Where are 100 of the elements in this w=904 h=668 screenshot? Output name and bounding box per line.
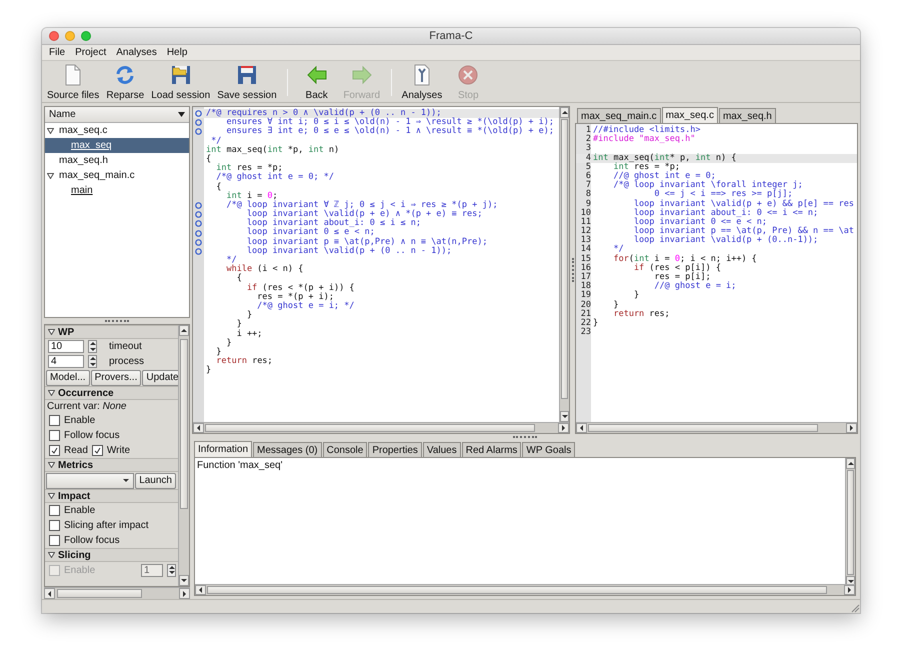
expander-icon[interactable] bbox=[47, 128, 54, 134]
horizontal-scrollbar[interactable] bbox=[193, 422, 569, 433]
panel-tab[interactable]: Information bbox=[194, 441, 252, 457]
spinner-button[interactable] bbox=[88, 355, 97, 368]
line-number: 12 bbox=[580, 227, 591, 236]
vertical-scrollbar[interactable] bbox=[845, 458, 855, 584]
code-line: loop invariant about_i: 0 ≤ i ≤ n; bbox=[246, 219, 421, 228]
dropdown[interactable] bbox=[46, 472, 134, 488]
expander-icon[interactable] bbox=[48, 390, 55, 396]
expander-icon[interactable] bbox=[47, 172, 54, 178]
section-header[interactable]: Metrics bbox=[45, 458, 178, 472]
code-line: loop invariant 0 <= e < n; bbox=[632, 218, 767, 227]
line-number: 2 bbox=[584, 135, 591, 144]
section-header[interactable]: Impact bbox=[45, 489, 178, 503]
splitter-handle[interactable] bbox=[105, 320, 129, 322]
code-line: int res = *p; bbox=[215, 164, 283, 174]
code-line: { bbox=[215, 182, 222, 192]
info-text: Function 'max_seq' bbox=[197, 460, 283, 471]
code-line: //@ ghost e = i; bbox=[653, 282, 736, 292]
toolbar-button[interactable]: Back bbox=[294, 64, 339, 101]
code-line: } bbox=[612, 300, 619, 310]
code-line: } bbox=[215, 348, 222, 357]
panel-tab[interactable]: Console bbox=[322, 442, 368, 457]
menu-item[interactable]: Project bbox=[71, 47, 110, 58]
toolbar-button[interactable]: Analyses bbox=[398, 64, 446, 101]
code-line: for(int i = 0; i < n; i++) { bbox=[612, 254, 757, 264]
line-number: 4 bbox=[584, 154, 591, 163]
panel-tab[interactable]: Red Alarms bbox=[462, 442, 522, 457]
file-tab[interactable]: max_seq.h bbox=[718, 108, 776, 123]
code-line: loop invariant 0 ≤ e < n; bbox=[246, 228, 375, 238]
spinner-button[interactable] bbox=[88, 340, 97, 353]
checkbox[interactable] bbox=[49, 505, 60, 516]
line-number: 23 bbox=[580, 328, 591, 338]
code-line: { bbox=[236, 274, 242, 284]
action-button[interactable]: Provers... bbox=[90, 370, 142, 386]
splitter-handle[interactable] bbox=[513, 436, 537, 438]
tree-item[interactable]: max_seq bbox=[45, 138, 189, 153]
code-line: } bbox=[632, 291, 640, 301]
tree-item[interactable]: max_seq_main.c bbox=[45, 168, 189, 183]
action-button[interactable]: Update bbox=[142, 370, 178, 386]
panel-tab[interactable]: WP Goals bbox=[522, 442, 576, 457]
resize-grip-icon[interactable] bbox=[850, 603, 860, 613]
panel-tab[interactable]: Values bbox=[422, 442, 461, 457]
line-number: 18 bbox=[580, 282, 591, 292]
tree-item[interactable]: max_seq.c bbox=[45, 123, 189, 138]
code-line: return res; bbox=[612, 310, 670, 319]
launch-button[interactable]: Launch bbox=[135, 472, 176, 488]
column-header[interactable]: Name bbox=[45, 107, 189, 123]
vertical-scrollbar[interactable] bbox=[178, 325, 189, 586]
checkbox[interactable] bbox=[49, 520, 60, 531]
close-button[interactable] bbox=[49, 31, 59, 41]
checkbox[interactable] bbox=[49, 445, 60, 456]
code-line: */ bbox=[612, 245, 624, 254]
tree-item[interactable]: max_seq.h bbox=[45, 153, 189, 168]
right-arrow-icon bbox=[350, 64, 373, 86]
panel-tab[interactable]: Messages (0) bbox=[253, 442, 322, 457]
number-field[interactable]: 4 bbox=[48, 355, 84, 368]
checkbox[interactable] bbox=[92, 445, 103, 456]
panel-tab[interactable]: Properties bbox=[368, 442, 422, 457]
stop-icon bbox=[457, 64, 480, 86]
number-field[interactable]: 10 bbox=[48, 340, 84, 353]
toolbar-button[interactable]: Save session bbox=[214, 64, 280, 101]
checkbox-label: Slicing after impact bbox=[64, 520, 148, 531]
expander-icon[interactable] bbox=[48, 329, 55, 335]
checkbox[interactable] bbox=[49, 430, 60, 441]
code-line: res = p[i]; bbox=[653, 273, 711, 282]
section-header[interactable]: Slicing bbox=[45, 548, 178, 562]
menu-item[interactable]: File bbox=[45, 47, 70, 58]
tree-item[interactable]: main bbox=[45, 183, 189, 198]
toolbar-button[interactable]: Source files bbox=[44, 64, 102, 101]
code-line: if (res < p[i]) { bbox=[632, 264, 721, 273]
code-line: } bbox=[592, 318, 598, 328]
horizontal-scrollbar[interactable] bbox=[44, 587, 190, 599]
section-header[interactable]: WP bbox=[45, 325, 178, 339]
line-number: 3 bbox=[584, 144, 591, 154]
expander-icon[interactable] bbox=[48, 462, 55, 468]
file-tab[interactable]: max_seq.c bbox=[662, 107, 718, 123]
code-line: //#include <limits.h> bbox=[592, 126, 700, 135]
code-line: loop invariant p == \at(p, Pre) && n == \at bbox=[632, 227, 854, 236]
code-line: ensures ∃ int e; 0 ≤ e ≤ \old(n) - 1 ∧ \result ≡ *(\old(p) + e); bbox=[225, 127, 554, 137]
menu-item[interactable]: Help bbox=[162, 47, 192, 58]
toolbar-button[interactable]: Reparse bbox=[103, 64, 148, 101]
action-button[interactable]: Model... bbox=[46, 370, 90, 386]
section-header[interactable]: Occurrence bbox=[45, 386, 178, 400]
menu-item[interactable]: Analyses bbox=[112, 47, 161, 58]
code-line: */ bbox=[211, 136, 222, 146]
vertical-scrollbar[interactable] bbox=[559, 107, 569, 422]
checkbox[interactable] bbox=[49, 535, 60, 546]
horizontal-scrollbar[interactable] bbox=[195, 584, 855, 595]
file-tab[interactable]: max_seq_main.c bbox=[577, 108, 661, 123]
horizontal-scrollbar[interactable] bbox=[576, 422, 857, 433]
expander-icon[interactable] bbox=[48, 493, 55, 499]
checkbox-label: Enable bbox=[64, 415, 96, 426]
code-line: } bbox=[225, 338, 232, 348]
expander-icon[interactable] bbox=[48, 552, 55, 558]
left-arrow-icon bbox=[306, 64, 328, 86]
checkbox[interactable] bbox=[49, 415, 60, 426]
toolbar-button[interactable]: Load session bbox=[148, 64, 214, 101]
dropdown-arrow-icon bbox=[178, 112, 185, 117]
code-line: //@ ghost int e = 0; bbox=[612, 172, 716, 181]
